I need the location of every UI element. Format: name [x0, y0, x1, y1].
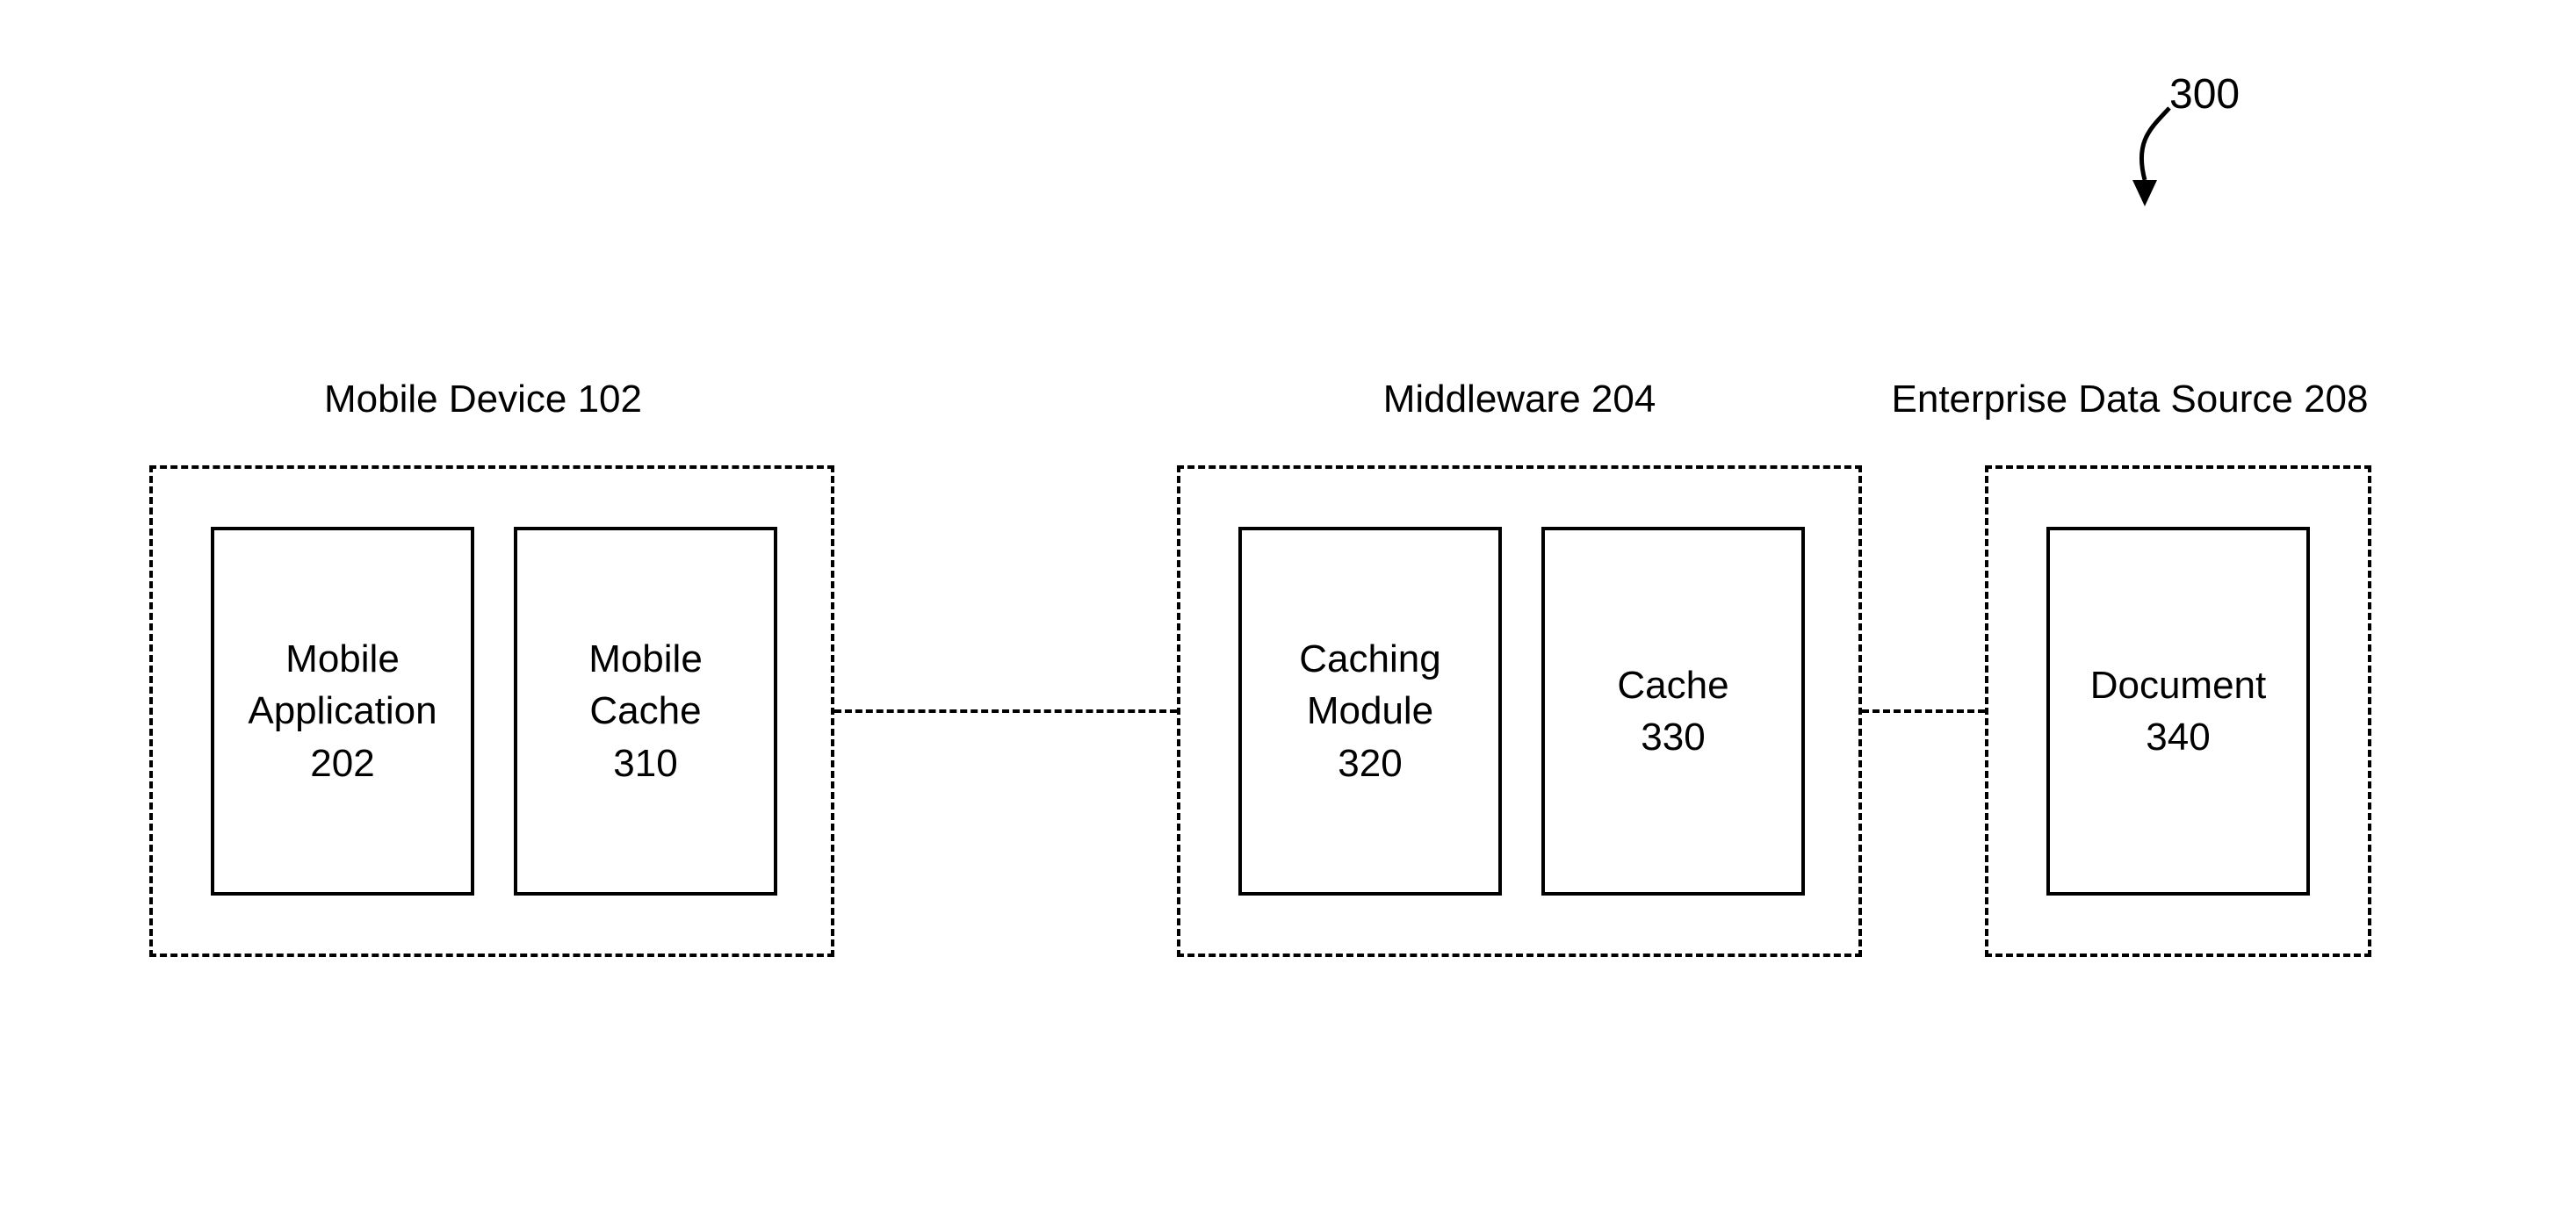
diagram-canvas: 300 Mobile Device 102 Middleware 204 Ent…	[0, 0, 2576, 1209]
mobile-application-box: Mobile Application 202	[211, 527, 474, 896]
figure-number-arrow-icon	[2108, 101, 2187, 215]
document-label: Document 340	[2090, 659, 2267, 764]
mobile-device-group-label: Mobile Device 102	[307, 378, 659, 421]
connector-middleware-to-enterprise	[1862, 709, 1985, 713]
cache-box: Cache 330	[1541, 527, 1805, 896]
connector-mobile-to-middleware	[834, 709, 1177, 713]
mobile-cache-label: Mobile Cache 310	[588, 633, 703, 789]
middleware-group-label: Middleware 204	[1344, 378, 1695, 421]
mobile-application-label: Mobile Application 202	[248, 633, 437, 789]
caching-module-box: Caching Module 320	[1238, 527, 1502, 896]
caching-module-label: Caching Module 320	[1299, 633, 1440, 789]
mobile-cache-box: Mobile Cache 310	[514, 527, 777, 896]
enterprise-group-label: Enterprise Data Source 208	[1866, 378, 2393, 421]
cache-label: Cache 330	[1617, 659, 1728, 764]
document-box: Document 340	[2046, 527, 2310, 896]
